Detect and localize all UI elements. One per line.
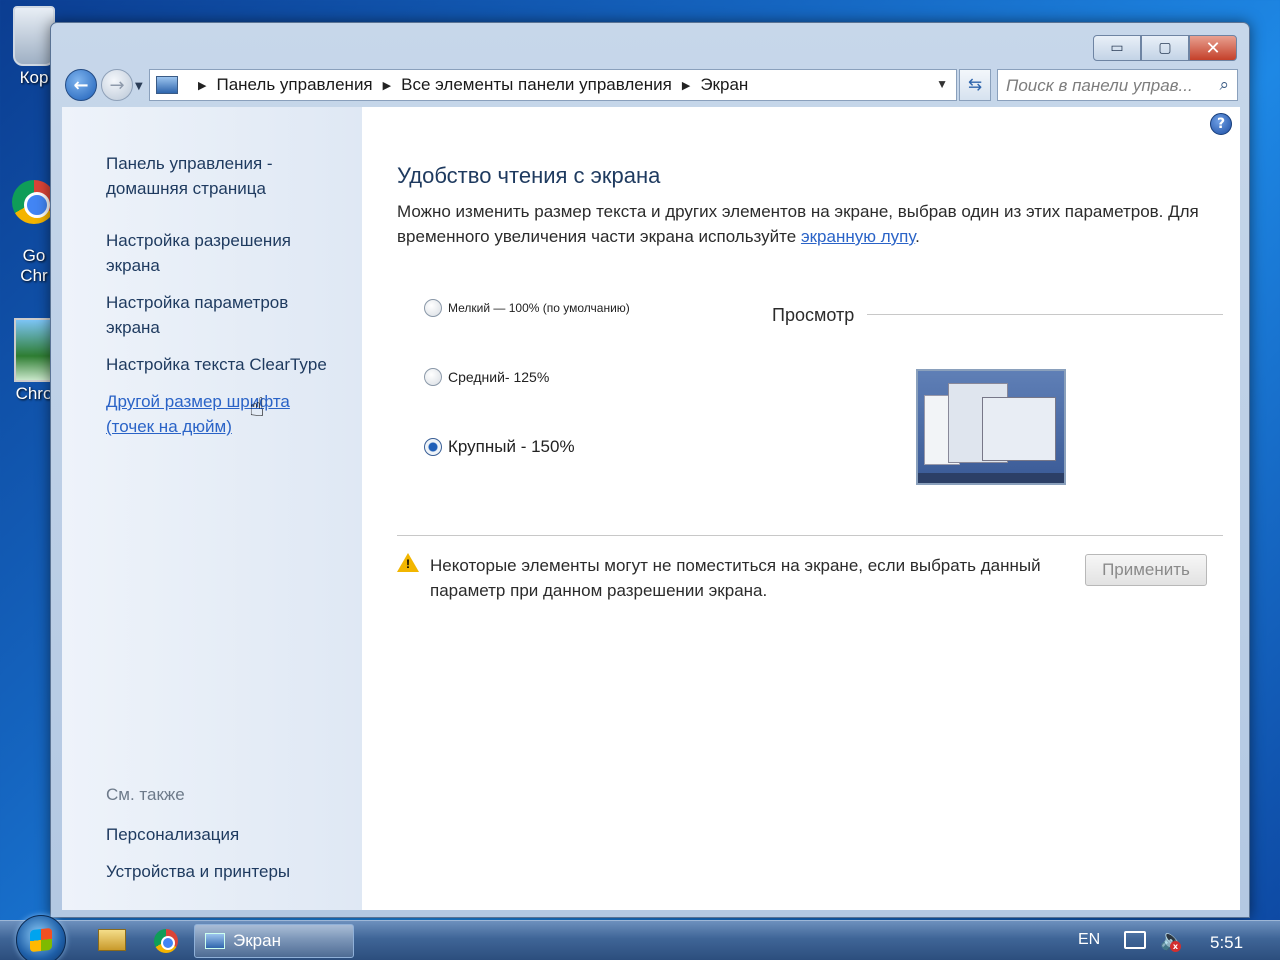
warning-text: Некоторые элементы могут не поместиться … bbox=[430, 556, 1041, 600]
search-input[interactable]: Поиск в панели управ... ⌕ bbox=[997, 69, 1238, 101]
back-button[interactable]: ← bbox=[65, 69, 97, 101]
clock[interactable]: 5:51 bbox=[1210, 933, 1243, 953]
language-indicator[interactable]: EN bbox=[1078, 931, 1100, 949]
windows-logo-icon bbox=[30, 927, 52, 953]
radio-medium[interactable] bbox=[424, 368, 442, 386]
chevron-right-icon[interactable]: ▶ bbox=[383, 79, 391, 92]
control-panel-icon bbox=[205, 933, 225, 949]
preview-divider bbox=[867, 314, 1223, 315]
sidebar: Панель управления - домашняя страница На… bbox=[62, 107, 362, 910]
address-dropdown-icon[interactable]: ▼ bbox=[936, 77, 948, 91]
see-also-heading: См. также bbox=[106, 785, 185, 804]
description-text: Можно изменить размер текста и других эл… bbox=[397, 202, 1199, 246]
forward-button[interactable]: → bbox=[101, 69, 133, 101]
refresh-icon: ⇆ bbox=[967, 75, 983, 95]
arrow-left-icon: ← bbox=[73, 74, 89, 96]
maximize-button[interactable]: ▢ bbox=[1141, 35, 1189, 61]
taskbar: Экран EN 🔈 x 5:51 bbox=[0, 915, 1280, 960]
control-panel-icon bbox=[156, 76, 178, 94]
address-bar[interactable]: ▶ Панель управления ▶ Все элементы панел… bbox=[149, 69, 957, 101]
divider bbox=[397, 535, 1223, 536]
breadcrumb-control-panel[interactable]: Панель управления bbox=[216, 75, 372, 95]
installer-icon bbox=[14, 318, 54, 382]
sidebar-item-resolution[interactable]: Настройка разрешения экрана bbox=[106, 228, 291, 278]
main-content: ? Удобство чтения с экрана Можно изменит… bbox=[362, 107, 1240, 910]
start-button[interactable] bbox=[16, 915, 66, 960]
page-title: Удобство чтения с экрана bbox=[397, 163, 661, 188]
radio-small[interactable] bbox=[424, 299, 442, 317]
option-medium-label: Средний- 125% bbox=[448, 369, 550, 385]
magnifier-link[interactable]: экранную лупу bbox=[801, 227, 915, 246]
preview-window-icon bbox=[982, 397, 1056, 461]
sidebar-item-devices-printers[interactable]: Устройства и принтеры bbox=[106, 859, 290, 884]
window-controls: ▭ ▢ ✕ bbox=[1093, 35, 1237, 61]
recent-pages-dropdown[interactable]: ▼ bbox=[135, 81, 143, 92]
mute-badge-icon: x bbox=[1170, 941, 1181, 952]
preview-taskbar bbox=[918, 473, 1064, 483]
search-icon[interactable]: ⌕ bbox=[1219, 75, 1229, 95]
recycle-bin-icon bbox=[13, 6, 55, 66]
breadcrumb-screen[interactable]: Экран bbox=[700, 75, 748, 95]
radio-large[interactable] bbox=[424, 438, 442, 456]
preview-image bbox=[916, 369, 1066, 485]
chrome-taskbar-icon[interactable] bbox=[154, 929, 178, 953]
option-small[interactable]: Мелкий — 100% (по умолчанию) bbox=[424, 299, 630, 317]
option-large[interactable]: Крупный - 150% bbox=[424, 437, 575, 457]
chevron-right-icon[interactable]: ▶ bbox=[198, 79, 206, 92]
option-large-label: Крупный - 150% bbox=[448, 437, 575, 456]
description-end: . bbox=[915, 227, 920, 246]
control-panel-window: ▭ ▢ ✕ ← → ▼ ▶ Панель управления ▶ Все эл… bbox=[50, 22, 1250, 918]
option-small-label: Мелкий — 100% (по умолчанию) bbox=[448, 301, 630, 315]
chevron-right-icon[interactable]: ▶ bbox=[682, 79, 690, 92]
minimize-button[interactable]: ▭ bbox=[1093, 35, 1141, 61]
warning-exclamation: ! bbox=[406, 557, 410, 571]
task-label: Экран bbox=[233, 931, 281, 950]
network-icon[interactable] bbox=[1124, 931, 1146, 949]
sidebar-item-cleartype[interactable]: Настройка текста ClearType bbox=[106, 352, 327, 377]
explorer-taskbar-icon[interactable] bbox=[98, 929, 126, 951]
search-placeholder: Поиск в панели управ... bbox=[1006, 76, 1193, 95]
apply-button[interactable]: Применить bbox=[1085, 554, 1207, 586]
hand-cursor-icon: ☝ bbox=[249, 393, 265, 423]
sidebar-item-personalization[interactable]: Персонализация bbox=[106, 822, 239, 847]
help-icon[interactable]: ? bbox=[1210, 113, 1232, 135]
breadcrumb-all-items[interactable]: Все элементы панели управления bbox=[401, 75, 672, 95]
taskbar-task-screen[interactable]: Экран bbox=[194, 924, 354, 958]
refresh-button[interactable]: ⇆ bbox=[959, 69, 991, 101]
sidebar-item-display-settings[interactable]: Настройка параметров экрана bbox=[106, 290, 288, 340]
arrow-right-icon: → bbox=[109, 74, 125, 96]
option-medium[interactable]: Средний- 125% bbox=[424, 368, 549, 386]
description: Можно изменить размер текста и других эл… bbox=[397, 199, 1227, 249]
preview-label: Просмотр bbox=[772, 305, 855, 325]
close-button[interactable]: ✕ bbox=[1189, 35, 1237, 61]
sidebar-item-home[interactable]: Панель управления - домашняя страница bbox=[106, 151, 273, 201]
